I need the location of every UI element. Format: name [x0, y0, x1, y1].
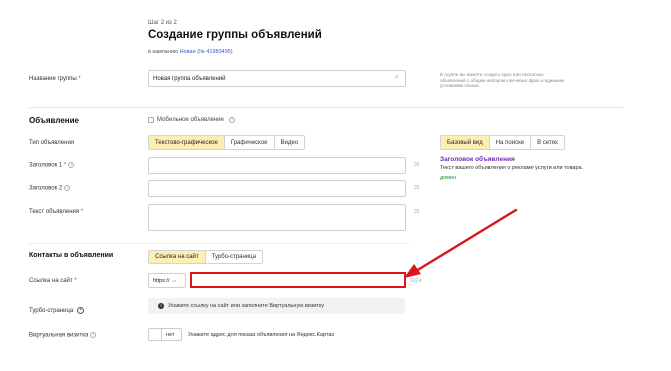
annotation-arrow [404, 208, 518, 278]
